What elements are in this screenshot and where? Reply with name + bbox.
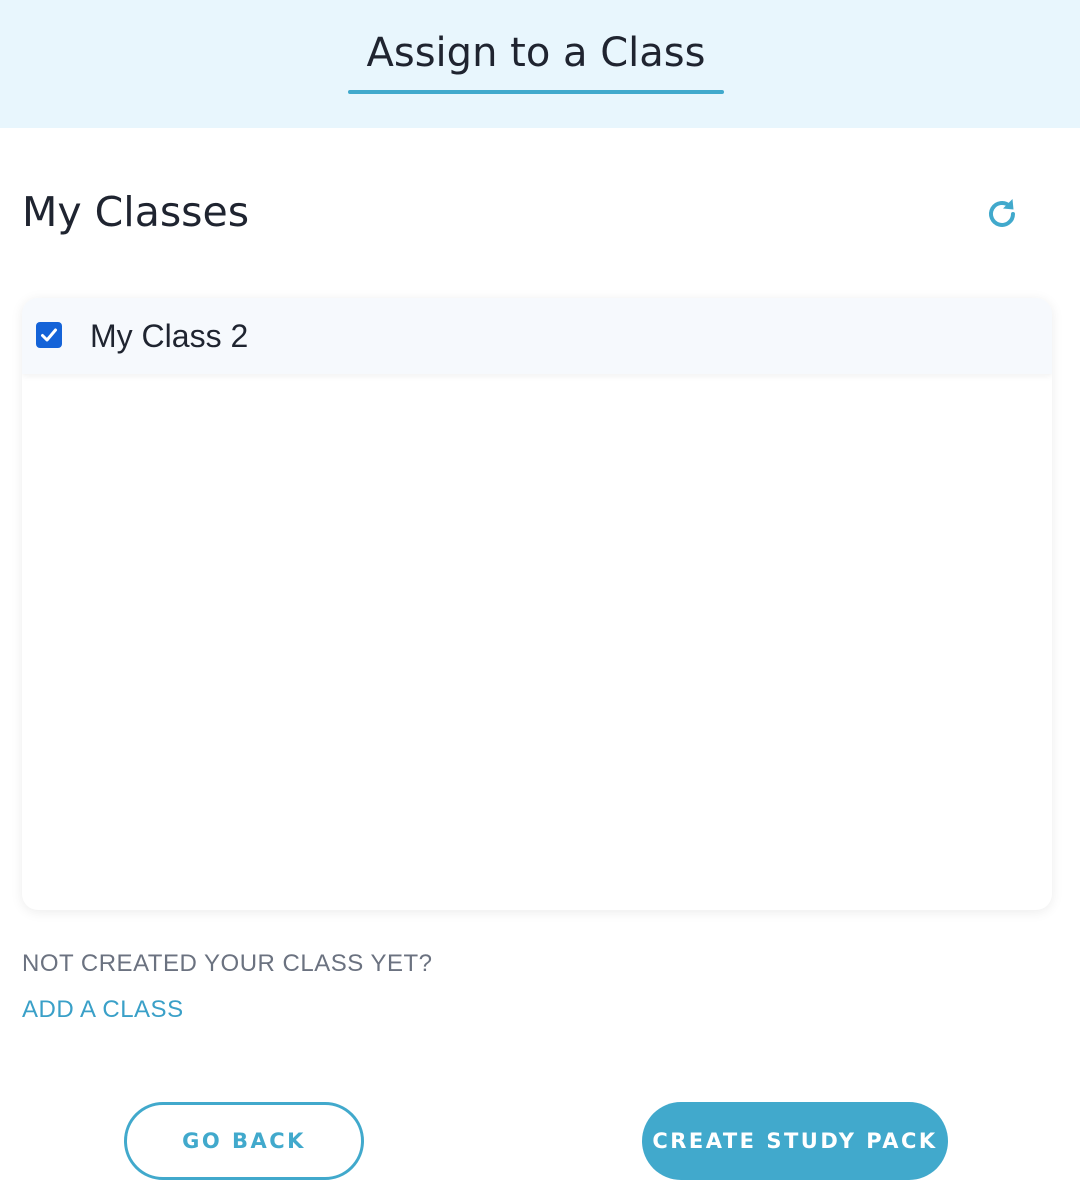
page-header: Assign to a Class	[0, 0, 1080, 128]
refresh-button[interactable]	[982, 194, 1022, 234]
class-list-item[interactable]: My Class 2	[22, 298, 1052, 374]
title-underline	[348, 90, 724, 94]
go-back-button[interactable]: GO BACK	[124, 1102, 364, 1180]
no-class-prompt: NOT CREATED YOUR CLASS YET?	[22, 950, 433, 977]
checkmark-icon	[41, 328, 57, 342]
class-checkbox[interactable]	[36, 322, 62, 348]
class-list-panel: My Class 2	[22, 298, 1052, 910]
class-label: My Class 2	[90, 318, 249, 354]
page-title: Assign to a Class	[366, 30, 706, 76]
section-title: My Classes	[22, 188, 250, 236]
add-class-link[interactable]: ADD A CLASS	[22, 996, 184, 1024]
create-study-pack-button[interactable]: CREATE STUDY PACK	[642, 1102, 948, 1180]
refresh-icon	[989, 199, 1015, 227]
